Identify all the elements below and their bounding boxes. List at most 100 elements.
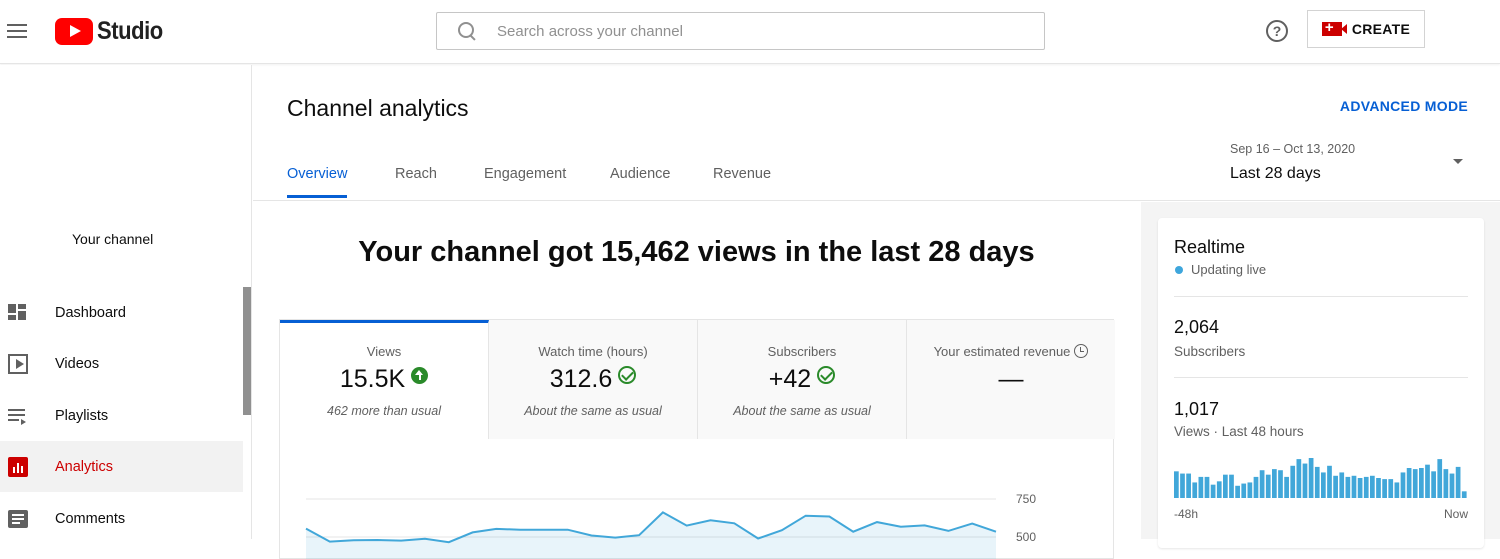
realtime-bar[interactable] bbox=[1284, 476, 1289, 498]
metric-value: 15.5K bbox=[280, 365, 488, 394]
your-channel-label[interactable]: Your channel bbox=[72, 231, 153, 247]
tab-audience[interactable]: Audience bbox=[610, 166, 670, 182]
realtime-bar[interactable] bbox=[1333, 475, 1338, 498]
realtime-bar[interactable] bbox=[1216, 481, 1222, 498]
realtime-subscribers-label: Subscribers bbox=[1174, 344, 1246, 359]
sidebar-item-label: Analytics bbox=[55, 458, 114, 475]
realtime-bar[interactable] bbox=[1302, 463, 1308, 498]
realtime-bar[interactable] bbox=[1204, 476, 1210, 498]
create-button[interactable]: CREATE bbox=[1307, 10, 1425, 48]
realtime-bar[interactable] bbox=[1388, 479, 1394, 498]
arrow-up-icon bbox=[411, 367, 429, 384]
realtime-bar[interactable] bbox=[1186, 473, 1191, 498]
menu-icon[interactable] bbox=[7, 24, 27, 40]
realtime-axis-end: Now bbox=[1443, 507, 1468, 521]
sidebar: Your channel Dashboard Videos Playlists … bbox=[0, 65, 252, 539]
search-icon[interactable] bbox=[457, 21, 477, 41]
realtime-bar[interactable] bbox=[1461, 491, 1467, 498]
metric-tab-views[interactable]: Views 15.5K 462 more than usual bbox=[280, 320, 489, 439]
metric-tab-subscribers[interactable]: Subscribers +42 About the same as usual bbox=[698, 320, 907, 439]
sidebar-item-dashboard[interactable]: Dashboard bbox=[0, 287, 243, 338]
playlists-icon bbox=[6, 404, 30, 428]
realtime-bar-chart[interactable] bbox=[1174, 454, 1468, 498]
realtime-bar[interactable] bbox=[1174, 471, 1179, 498]
realtime-bar[interactable] bbox=[1327, 465, 1332, 498]
sidebar-item-videos[interactable]: Videos bbox=[0, 338, 243, 389]
metric-tab-revenue[interactable]: Your estimated revenue — bbox=[907, 320, 1115, 439]
date-period-select[interactable]: Last 28 days bbox=[1230, 165, 1321, 183]
tab-overview[interactable]: Overview bbox=[287, 166, 347, 182]
realtime-bar[interactable] bbox=[1192, 482, 1198, 498]
metric-label: Subscribers bbox=[767, 344, 837, 359]
overview-content: Your channel got 15,462 views in the las… bbox=[253, 202, 1140, 559]
realtime-bar[interactable] bbox=[1229, 474, 1234, 498]
sidebar-scrollbar[interactable] bbox=[243, 287, 251, 415]
realtime-subscribers-value: 2,064 bbox=[1174, 317, 1220, 337]
realtime-bar[interactable] bbox=[1443, 469, 1449, 498]
search-box[interactable] bbox=[436, 12, 1045, 50]
realtime-bar[interactable] bbox=[1296, 459, 1302, 498]
realtime-bar[interactable] bbox=[1351, 475, 1357, 498]
dashboard-icon bbox=[6, 301, 30, 325]
metric-note: About the same as usual bbox=[733, 404, 871, 418]
top-bar: Studio ? CREATE bbox=[0, 0, 1500, 64]
realtime-bar[interactable] bbox=[1400, 472, 1406, 498]
sidebar-item-playlists[interactable]: Playlists bbox=[0, 390, 243, 441]
realtime-bar[interactable] bbox=[1339, 472, 1345, 498]
sidebar-item-label: Comments bbox=[55, 510, 126, 527]
realtime-bar[interactable] bbox=[1278, 470, 1283, 498]
tab-engagement[interactable]: Engagement bbox=[484, 166, 566, 182]
tab-reach[interactable]: Reach bbox=[395, 166, 437, 182]
realtime-bar[interactable] bbox=[1241, 483, 1247, 498]
analytics-header: Channel analytics ADVANCED MODE Overview… bbox=[253, 65, 1500, 201]
realtime-bar[interactable] bbox=[1412, 469, 1418, 498]
advanced-mode-link[interactable]: ADVANCED MODE bbox=[1340, 98, 1468, 114]
app-name: Studio bbox=[97, 17, 163, 45]
realtime-bar[interactable] bbox=[1253, 476, 1259, 498]
chevron-down-icon[interactable] bbox=[1453, 159, 1463, 164]
realtime-bar[interactable] bbox=[1272, 469, 1277, 498]
realtime-views-value: 1,017 bbox=[1174, 399, 1220, 419]
tab-revenue[interactable]: Revenue bbox=[713, 166, 771, 182]
realtime-bar[interactable] bbox=[1406, 468, 1412, 498]
help-icon[interactable]: ? bbox=[1266, 20, 1288, 42]
realtime-bar[interactable] bbox=[1382, 479, 1387, 498]
realtime-card: Realtime Updating live 2,064 Subscribers… bbox=[1158, 218, 1484, 548]
check-circle-icon bbox=[817, 366, 836, 384]
clock-icon bbox=[1074, 344, 1089, 358]
sidebar-item-comments[interactable]: Comments bbox=[0, 493, 243, 544]
realtime-bar[interactable] bbox=[1357, 478, 1363, 498]
realtime-bar[interactable] bbox=[1210, 484, 1216, 498]
realtime-bar[interactable] bbox=[1308, 458, 1314, 498]
realtime-bar[interactable] bbox=[1180, 473, 1185, 498]
realtime-bar[interactable] bbox=[1425, 464, 1430, 498]
realtime-bar[interactable] bbox=[1314, 466, 1320, 498]
realtime-bar[interactable] bbox=[1259, 470, 1265, 498]
analytics-icon bbox=[8, 456, 28, 477]
sidebar-item-analytics[interactable]: Analytics bbox=[0, 441, 243, 492]
realtime-bar[interactable] bbox=[1419, 468, 1424, 498]
search-input[interactable] bbox=[497, 22, 1017, 40]
realtime-bar[interactable] bbox=[1376, 478, 1381, 498]
realtime-bar[interactable] bbox=[1431, 471, 1436, 498]
realtime-bar[interactable] bbox=[1247, 482, 1253, 498]
realtime-bar[interactable] bbox=[1223, 474, 1228, 498]
comments-icon bbox=[8, 509, 28, 528]
realtime-bar[interactable] bbox=[1394, 482, 1400, 498]
realtime-bar[interactable] bbox=[1265, 474, 1271, 498]
studio-logo[interactable]: Studio bbox=[55, 17, 172, 46]
realtime-bar[interactable] bbox=[1345, 476, 1351, 498]
metric-tab-watch-time[interactable]: Watch time (hours) 312.6 About the same … bbox=[489, 320, 698, 439]
realtime-bar[interactable] bbox=[1321, 472, 1326, 498]
active-tab-indicator bbox=[287, 195, 347, 198]
realtime-bar[interactable] bbox=[1363, 476, 1369, 498]
realtime-bar[interactable] bbox=[1449, 473, 1455, 498]
metric-label: Views bbox=[366, 344, 402, 359]
realtime-bar[interactable] bbox=[1455, 466, 1461, 498]
metric-value: +42 bbox=[698, 365, 906, 394]
realtime-bar[interactable] bbox=[1198, 476, 1204, 498]
realtime-bar[interactable] bbox=[1437, 459, 1443, 498]
realtime-bar[interactable] bbox=[1235, 485, 1240, 498]
realtime-bar[interactable] bbox=[1370, 475, 1375, 498]
realtime-bar[interactable] bbox=[1290, 465, 1296, 498]
